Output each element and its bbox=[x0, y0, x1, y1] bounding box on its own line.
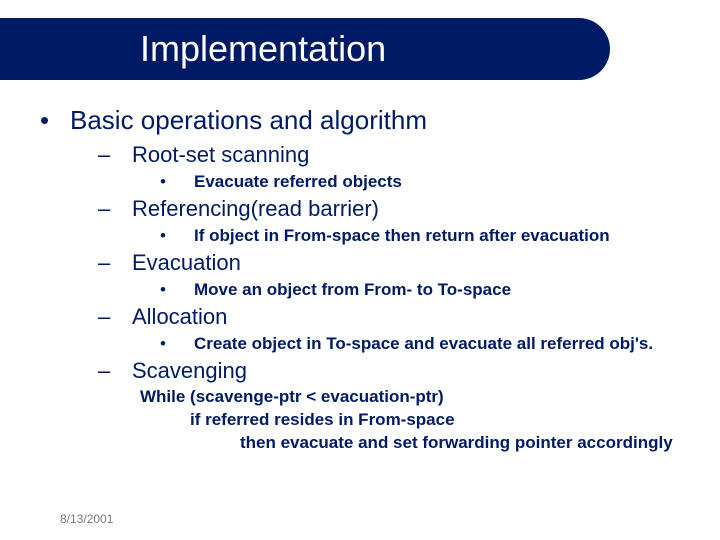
content-area: • Basic operations and algorithm – Root-… bbox=[40, 105, 690, 455]
bullet-dot: • bbox=[160, 226, 194, 246]
dash-icon: – bbox=[98, 304, 132, 330]
bullet-dot: • bbox=[160, 334, 194, 354]
code-line: then evacuate and set forwarding pointer… bbox=[140, 432, 690, 455]
dash-icon: – bbox=[98, 142, 132, 168]
detail-text: If object in From-space then return afte… bbox=[194, 226, 610, 246]
code-line: if referred resides in From-space bbox=[140, 409, 690, 432]
detail-text: Move an object from From- to To-space bbox=[194, 280, 511, 300]
detail-text: Create object in To-space and evacuate a… bbox=[194, 334, 653, 354]
main-bullet-text: Basic operations and algorithm bbox=[70, 105, 427, 136]
sub-heading: Allocation bbox=[132, 304, 227, 330]
sub-detail: • Move an object from From- to To-space bbox=[160, 280, 690, 300]
sub-item: – Scavenging bbox=[98, 358, 690, 384]
code-line: While (scavenge-ptr < evacuation-ptr) bbox=[140, 386, 690, 409]
footer-date: 8/13/2001 bbox=[60, 512, 113, 526]
main-bullet: • Basic operations and algorithm bbox=[40, 105, 690, 136]
dash-icon: – bbox=[98, 250, 132, 276]
bullet-dot: • bbox=[160, 280, 194, 300]
slide-title: Implementation bbox=[140, 28, 386, 70]
bullet-dot: • bbox=[160, 172, 194, 192]
sub-heading: Evacuation bbox=[132, 250, 241, 276]
title-bar: Implementation bbox=[0, 18, 610, 80]
sub-item: – Evacuation bbox=[98, 250, 690, 276]
sub-heading: Referencing(read barrier) bbox=[132, 196, 379, 222]
sub-item: – Referencing(read barrier) bbox=[98, 196, 690, 222]
scavenging-code: While (scavenge-ptr < evacuation-ptr) if… bbox=[140, 386, 690, 455]
dash-icon: – bbox=[98, 358, 132, 384]
sub-heading: Scavenging bbox=[132, 358, 247, 384]
sub-item: – Root-set scanning bbox=[98, 142, 690, 168]
bullet-dot: • bbox=[40, 105, 70, 136]
sub-detail: • Create object in To-space and evacuate… bbox=[160, 334, 690, 354]
detail-text: Evacuate referred objects bbox=[194, 172, 402, 192]
dash-icon: – bbox=[98, 196, 132, 222]
sub-item: – Allocation bbox=[98, 304, 690, 330]
slide: Implementation • Basic operations and al… bbox=[0, 0, 720, 540]
sub-detail: • Evacuate referred objects bbox=[160, 172, 690, 192]
sub-detail: • If object in From-space then return af… bbox=[160, 226, 690, 246]
sub-heading: Root-set scanning bbox=[132, 142, 309, 168]
